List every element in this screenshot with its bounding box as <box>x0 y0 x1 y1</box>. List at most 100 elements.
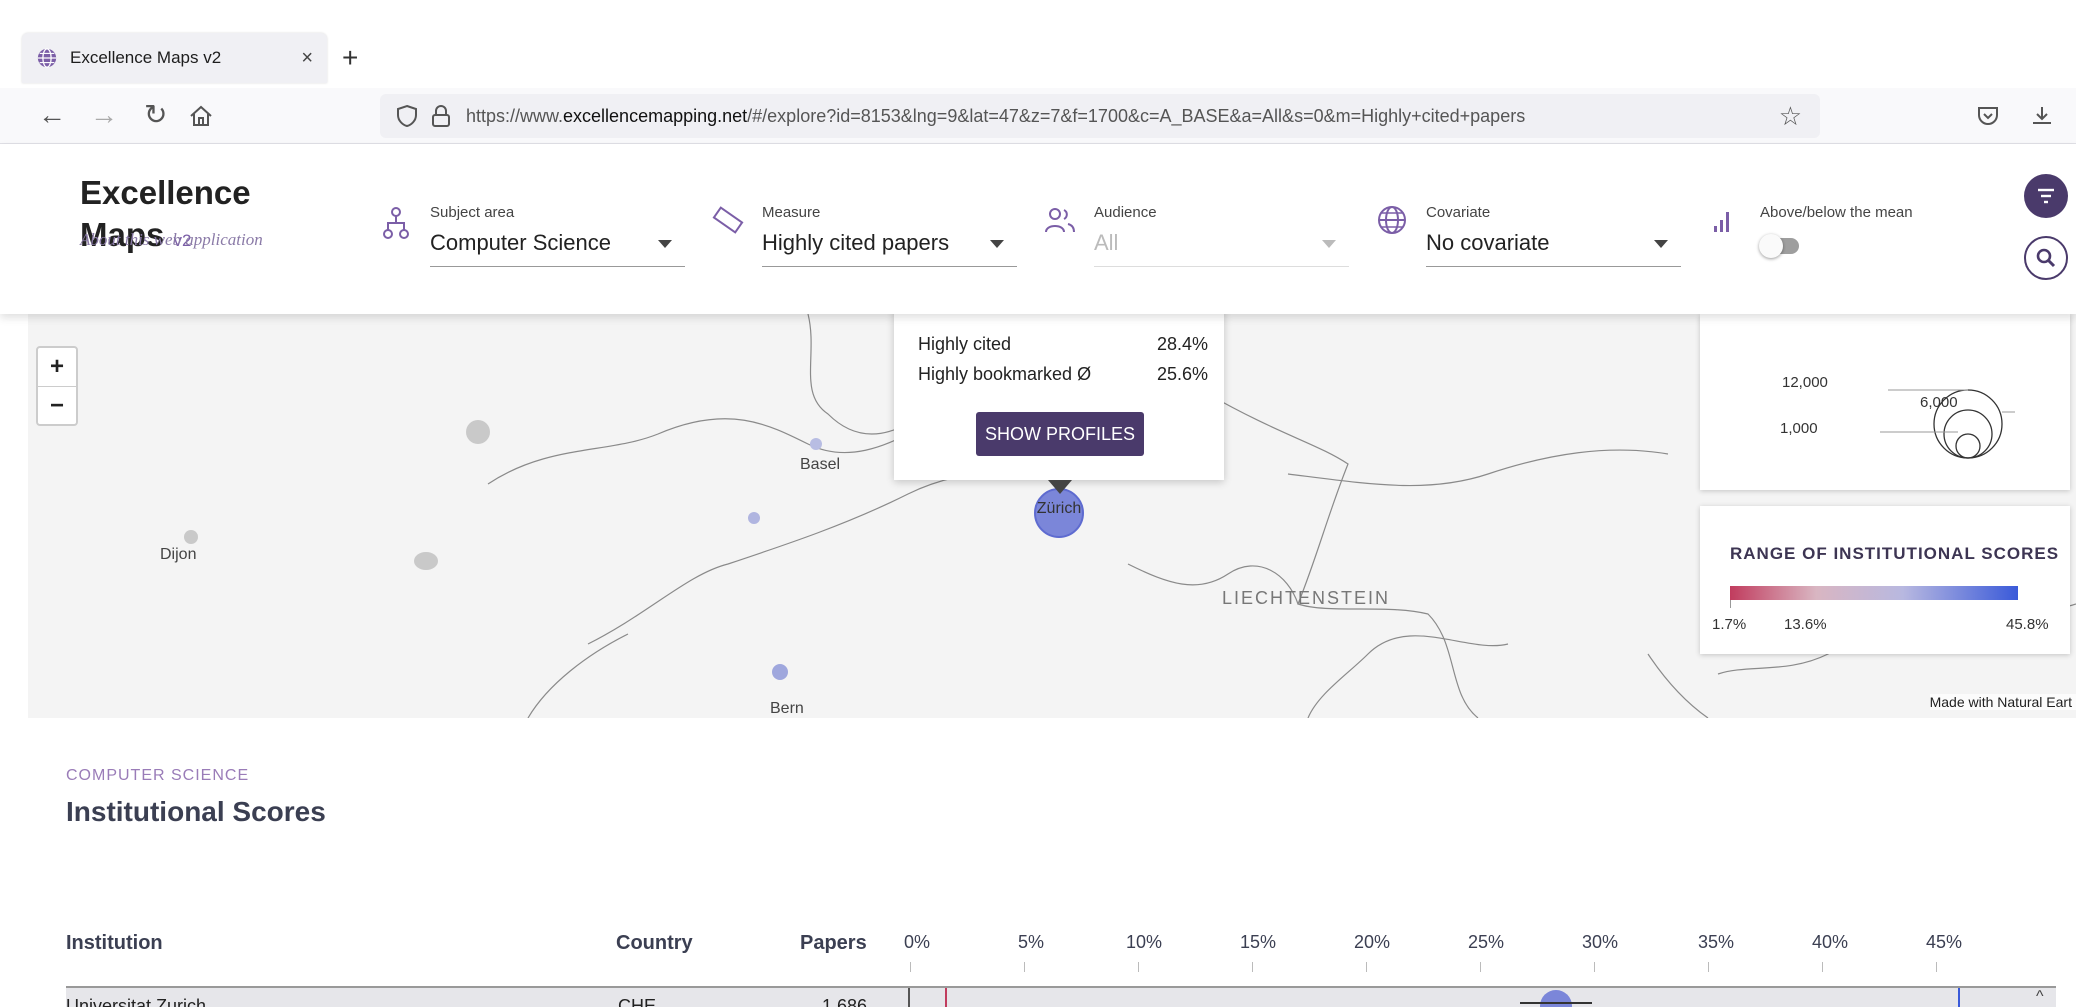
axis-tick-label: 30% <box>1582 932 1619 952</box>
chevron-down-icon <box>990 240 1004 248</box>
measure-label: Measure <box>762 204 821 221</box>
institution-marker[interactable] <box>184 530 198 544</box>
row-papers: 1,686 <box>822 996 868 1007</box>
zoom-in-button[interactable]: + <box>38 348 76 386</box>
axis-tick <box>1822 962 1823 972</box>
shield-icon <box>397 104 417 128</box>
audience-value: All <box>1094 230 1119 255</box>
size-legend-panel: 12,000 6,000 1,000 <box>1700 314 2070 490</box>
size-legend-small: 1,000 <box>1780 420 1818 437</box>
column-header-country[interactable]: Country <box>616 932 693 955</box>
country-label-liechtenstein: LIECHTENSTEIN <box>1222 588 1391 608</box>
column-header-institution[interactable]: Institution <box>66 932 163 955</box>
popup-row-label: Highly bookmarked Ø <box>918 364 1092 384</box>
people-icon <box>1045 208 1075 233</box>
new-tab-button[interactable]: + <box>342 42 358 74</box>
row-axis-start <box>908 988 910 1007</box>
axis-tick <box>1594 962 1595 972</box>
home-icon[interactable] <box>188 104 214 128</box>
range-min: 1.7% <box>1712 616 1747 633</box>
chevron-down-icon <box>1322 240 1336 248</box>
axis-tick <box>1024 962 1025 972</box>
axis-tick <box>1708 962 1709 972</box>
axis-tick <box>1138 962 1139 972</box>
map-attribution[interactable]: Made with Natural Eart <box>1929 694 2076 710</box>
bookmark-star-icon[interactable]: ☆ <box>1779 101 1802 132</box>
axis-tick-label: 40% <box>1812 932 1849 952</box>
filter-button[interactable] <box>2024 174 2068 218</box>
globe-icon <box>1378 206 1406 234</box>
toggle-knob <box>1759 234 1783 258</box>
city-label-zurich: Zürich <box>1036 500 1082 517</box>
city-label-dijon: Dijon <box>160 546 197 563</box>
institution-marker[interactable] <box>772 664 788 680</box>
hierarchy-icon <box>383 207 409 239</box>
subject-area-label: Subject area <box>430 204 515 221</box>
axis-tick <box>1252 962 1253 972</box>
institution-marker[interactable] <box>748 512 760 524</box>
measure-underline <box>762 266 1017 267</box>
above-below-mean-toggle[interactable] <box>1759 234 1799 258</box>
axis-tick <box>910 962 911 972</box>
address-bar[interactable]: https://www.excellencemapping.net/#/expl… <box>380 94 1820 138</box>
axis-tick-label: 5% <box>1018 932 1045 952</box>
reload-icon[interactable]: ↻ <box>144 98 167 132</box>
tab-close-icon[interactable]: × <box>301 47 313 70</box>
institution-marker[interactable] <box>414 552 438 570</box>
bar-chart-icon <box>1714 212 1729 232</box>
axis-tick <box>1936 962 1937 972</box>
forward-icon[interactable]: → <box>90 98 118 132</box>
row-axis-end <box>1958 988 1960 1007</box>
about-link[interactable]: About this web application <box>80 230 263 250</box>
browser-tab[interactable]: Excellence Maps v2 × <box>22 33 327 83</box>
column-header-papers[interactable]: Papers <box>800 932 867 955</box>
axis-tick-label: 20% <box>1354 932 1391 952</box>
lock-icon <box>432 105 450 127</box>
popup-row-label: Highly cited <box>918 334 1012 354</box>
row-institution[interactable]: Universitat Zurich <box>66 996 206 1007</box>
range-ticks <box>1730 600 2018 608</box>
scroll-up-icon[interactable]: ^ <box>2036 988 2044 1006</box>
url-path: /#/explore?id=8153&lng=9&lat=47&z=7&f=17… <box>747 105 1526 126</box>
section-title: Institutional Scores <box>66 796 326 827</box>
download-icon[interactable] <box>2030 104 2054 128</box>
row-mean-line <box>945 988 947 1007</box>
chevron-down-icon <box>658 240 672 248</box>
range-legend-title: RANGE OF INSTITUTIONAL SCORES <box>1730 544 2060 563</box>
section-kicker: COMPUTER SCIENCE <box>66 767 250 784</box>
popup-row: Highly bookmarked Ø 25.6% <box>918 364 1208 385</box>
zoom-out-button[interactable]: − <box>38 387 76 425</box>
brand-line1: Excellence <box>80 174 251 211</box>
measure-value: Highly cited papers <box>762 230 950 255</box>
covariate-underline <box>1426 266 1681 267</box>
ruler-icon <box>712 206 744 234</box>
institution-marker[interactable] <box>466 420 490 444</box>
pocket-icon[interactable] <box>1976 104 2000 128</box>
axis-tick-label: 10% <box>1126 932 1163 952</box>
axis-tick <box>1480 962 1481 972</box>
city-label-basel: Basel <box>800 456 841 473</box>
table-row[interactable] <box>66 986 2056 1007</box>
search-icon <box>2036 248 2056 268</box>
back-icon[interactable]: ← <box>38 98 66 132</box>
axis-tick-label: 35% <box>1698 932 1735 952</box>
show-profiles-button[interactable]: SHOW PROFILES <box>976 412 1144 456</box>
url-text: https://www.excellencemapping.net/#/expl… <box>466 106 1525 127</box>
audience-label: Audience <box>1094 204 1157 221</box>
tab-title: Excellence Maps v2 <box>70 48 222 67</box>
subject-area-value: Computer Science <box>430 230 611 255</box>
popup-row-value: 28.4% <box>1156 334 1208 354</box>
range-legend-panel: RANGE OF INSTITUTIONAL SCORES 1.7% 13.6%… <box>1700 506 2070 654</box>
row-score-interval <box>1520 1002 1592 1004</box>
city-label-bern: Bern <box>770 700 804 717</box>
row-country: CHE <box>618 996 657 1007</box>
axis-tick <box>1366 962 1367 972</box>
search-button[interactable] <box>2024 236 2068 280</box>
url-prefix: https://www. <box>466 105 564 126</box>
above-below-mean-label: Above/below the mean <box>1760 204 1913 221</box>
browser-navbar: ← → ↻ https://www.excellencemapping.net/… <box>0 88 2076 144</box>
filter-icon <box>2038 188 2054 204</box>
institution-marker[interactable] <box>810 438 822 450</box>
audience-underline <box>1094 266 1349 267</box>
globe-icon <box>37 48 57 68</box>
